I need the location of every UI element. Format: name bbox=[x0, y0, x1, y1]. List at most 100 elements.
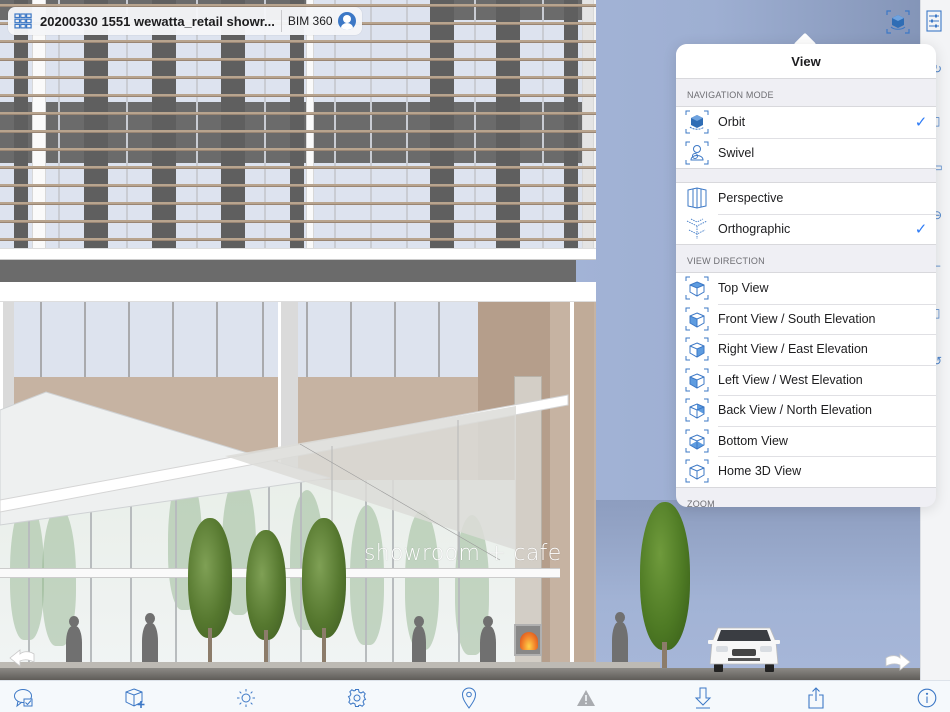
markup-bubble-icon bbox=[14, 689, 33, 708]
user-avatar-icon bbox=[342, 15, 351, 23]
louver-slat bbox=[0, 166, 596, 169]
download-icon bbox=[694, 687, 712, 709]
sun-icon bbox=[237, 689, 255, 707]
sliders-icon bbox=[926, 10, 942, 32]
louver-slat bbox=[0, 40, 596, 43]
menu-item-label: Bottom View bbox=[718, 433, 788, 448]
swivel-icon bbox=[685, 141, 709, 165]
fire bbox=[520, 632, 538, 650]
section-header-navigation-mode: NAVIGATION MODE bbox=[687, 90, 774, 100]
menu-item-bottom-view[interactable]: Bottom View bbox=[676, 425, 936, 457]
menu-item-orbit[interactable]: Orbit ✓ bbox=[676, 107, 936, 138]
lighting-button[interactable] bbox=[235, 687, 257, 709]
section-header-view-direction: VIEW DIRECTION bbox=[687, 256, 765, 266]
menu-item-right-view[interactable]: Right View / East Elevation bbox=[676, 334, 936, 365]
checkmark-icon: ✓ bbox=[914, 114, 928, 132]
menu-item-label: Left View / West Elevation bbox=[718, 372, 863, 387]
properties-button[interactable] bbox=[926, 10, 944, 32]
menu-item-perspective[interactable]: Perspective bbox=[676, 183, 936, 214]
back-view-icon bbox=[685, 398, 709, 422]
bottom-toolbar bbox=[0, 680, 950, 712]
upper-facade bbox=[0, 0, 596, 258]
popover-title: View bbox=[791, 53, 821, 69]
home-3d-view-icon bbox=[685, 459, 709, 483]
user-avatar[interactable] bbox=[337, 12, 356, 30]
warning-icon bbox=[577, 690, 595, 706]
orbit-icon bbox=[685, 110, 709, 134]
projection-group: Perspective Orthographic ✓ bbox=[676, 182, 936, 245]
previous-view-button[interactable] bbox=[8, 646, 36, 672]
share-button[interactable] bbox=[805, 687, 827, 709]
floor-slab bbox=[0, 248, 596, 260]
markup-button[interactable] bbox=[13, 687, 35, 709]
fireplace bbox=[514, 624, 542, 656]
orbit-cube-icon bbox=[886, 10, 910, 34]
settings-button[interactable] bbox=[346, 687, 368, 709]
louver-slat bbox=[0, 148, 596, 151]
top-view-icon bbox=[685, 276, 709, 300]
info-button[interactable] bbox=[916, 687, 938, 709]
menu-item-swivel[interactable]: Swivel bbox=[676, 137, 936, 169]
menu-item-back-view[interactable]: Back View / North Elevation bbox=[676, 395, 936, 426]
download-button[interactable] bbox=[692, 687, 714, 709]
gear-icon bbox=[347, 689, 367, 707]
louvers bbox=[0, 0, 596, 248]
popover-title-bar: View bbox=[676, 44, 936, 79]
menu-item-left-view[interactable]: Left View / West Elevation bbox=[676, 364, 936, 396]
street bbox=[0, 668, 920, 680]
menu-item-label: Home 3D View bbox=[718, 464, 802, 479]
louver-slat bbox=[0, 94, 596, 97]
louver-slat bbox=[0, 202, 596, 205]
louver-slat bbox=[0, 220, 596, 223]
next-view-button[interactable] bbox=[884, 650, 912, 676]
car bbox=[708, 627, 780, 672]
menu-item-label: Perspective bbox=[718, 191, 784, 206]
clerestory-glass bbox=[14, 302, 278, 377]
left-view-icon bbox=[685, 368, 709, 392]
louver-slat bbox=[0, 112, 596, 115]
header-divider bbox=[280, 10, 282, 32]
louver-slat bbox=[0, 184, 596, 187]
menu-item-home-3d-view[interactable]: Home 3D View bbox=[676, 456, 936, 487]
right-view-icon bbox=[685, 337, 709, 361]
orthographic-icon bbox=[686, 218, 708, 239]
arrow-back-icon bbox=[9, 649, 35, 667]
location-button[interactable] bbox=[458, 687, 480, 709]
grid-menu-button[interactable] bbox=[12, 10, 34, 32]
document-header: 20200330 1551 wewatta_retail showr... BI… bbox=[8, 7, 362, 35]
menu-item-front-view[interactable]: Front View / South Elevation bbox=[676, 303, 936, 335]
cube-add-icon bbox=[125, 688, 145, 708]
grid-icon bbox=[14, 13, 32, 29]
section-header-zoom: ZOOM bbox=[687, 498, 715, 508]
menu-item-label: Top View bbox=[718, 281, 769, 296]
louver-slat bbox=[0, 58, 596, 61]
map-pin-icon bbox=[461, 687, 477, 709]
add-view-button[interactable] bbox=[124, 687, 146, 709]
fascia bbox=[0, 282, 596, 302]
menu-item-orthographic[interactable]: Orthographic ✓ bbox=[676, 213, 936, 245]
view-direction-group: Top View Front View / South Elevation Ri… bbox=[676, 272, 936, 488]
hub-label[interactable]: BIM 360 bbox=[288, 14, 333, 28]
menu-item-label: Orbit bbox=[718, 115, 746, 130]
menu-item-label: Right View / East Elevation bbox=[718, 342, 868, 357]
view-cube-button[interactable] bbox=[884, 8, 912, 36]
arrow-forward-icon bbox=[885, 653, 911, 671]
louver-slat bbox=[0, 130, 596, 133]
menu-item-top-view[interactable]: Top View bbox=[676, 273, 936, 304]
front-view-icon bbox=[685, 307, 709, 331]
louver-slat bbox=[0, 76, 596, 79]
checkmark-icon: ✓ bbox=[914, 220, 928, 238]
document-title[interactable]: 20200330 1551 wewatta_retail showr... bbox=[40, 14, 275, 29]
menu-item-label: Front View / South Elevation bbox=[718, 311, 876, 326]
menu-item-label: Swivel bbox=[718, 145, 755, 160]
issues-button[interactable] bbox=[575, 687, 597, 709]
info-icon bbox=[917, 688, 937, 708]
clerestory-glass bbox=[298, 302, 478, 377]
bottom-view-icon bbox=[685, 429, 709, 453]
perspective-icon bbox=[687, 187, 707, 209]
spandrel-band bbox=[0, 260, 576, 282]
menu-item-label: Back View / North Elevation bbox=[718, 403, 873, 418]
share-icon bbox=[808, 687, 824, 709]
menu-item-label: Orthographic bbox=[718, 221, 791, 236]
app-window: showroom + cafe 20200330 1551 wewatta_re… bbox=[0, 0, 950, 712]
